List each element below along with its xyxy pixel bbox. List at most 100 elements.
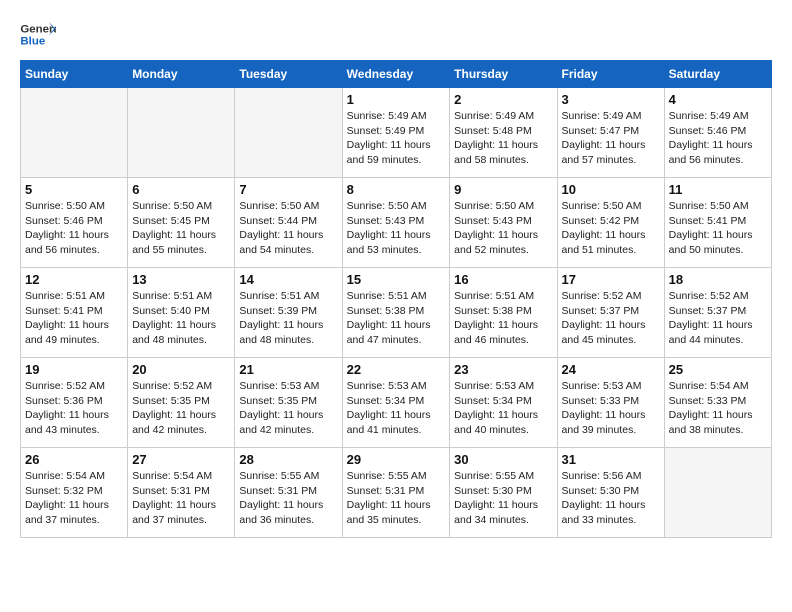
calendar-header-monday: Monday bbox=[128, 61, 235, 88]
day-number: 17 bbox=[562, 272, 660, 287]
day-info: Sunrise: 5:50 AM Sunset: 5:46 PM Dayligh… bbox=[25, 199, 123, 258]
calendar-cell: 27 Sunrise: 5:54 AM Sunset: 5:31 PM Dayli… bbox=[128, 448, 235, 538]
day-info: Sunrise: 5:51 AM Sunset: 5:41 PM Dayligh… bbox=[25, 289, 123, 348]
calendar-cell: 15Sunrise: 5:51 AM Sunset: 5:38 PM Dayli… bbox=[342, 268, 450, 358]
day-number: 26 bbox=[25, 452, 123, 467]
calendar-cell: 31 Sunrise: 5:56 AM Sunset: 5:30 PM Dayli… bbox=[557, 448, 664, 538]
calendar-cell: 22Sunrise: 5:53 AM Sunset: 5:34 PM Dayli… bbox=[342, 358, 450, 448]
calendar-cell: 25 Sunrise: 5:54 AM Sunset: 5:33 PM Dayli… bbox=[664, 358, 771, 448]
day-number: 7 bbox=[239, 182, 337, 197]
day-info: Sunrise: 5:50 AM Sunset: 5:44 PM Dayligh… bbox=[239, 199, 337, 258]
calendar-cell bbox=[128, 88, 235, 178]
day-number: 1 bbox=[347, 92, 446, 107]
calendar-cell: 4 Sunrise: 5:49 AM Sunset: 5:46 PM Daylig… bbox=[664, 88, 771, 178]
calendar-cell: 5 Sunrise: 5:50 AM Sunset: 5:46 PM Daylig… bbox=[21, 178, 128, 268]
day-info: Sunrise: 5:49 AM Sunset: 5:47 PM Dayligh… bbox=[562, 109, 660, 168]
day-number: 5 bbox=[25, 182, 123, 197]
day-number: 19 bbox=[25, 362, 123, 377]
day-info: Sunrise: 5:51 AM Sunset: 5:39 PM Dayligh… bbox=[239, 289, 337, 348]
calendar-cell: 21 Sunrise: 5:53 AM Sunset: 5:35 PM Dayli… bbox=[235, 358, 342, 448]
day-number: 28 bbox=[239, 452, 337, 467]
day-number: 18 bbox=[669, 272, 767, 287]
calendar-header-wednesday: Wednesday bbox=[342, 61, 450, 88]
day-number: 8 bbox=[347, 182, 446, 197]
day-info: Sunrise: 5:52 AM Sunset: 5:36 PM Dayligh… bbox=[25, 379, 123, 438]
day-number: 15 bbox=[347, 272, 446, 287]
day-number: 3 bbox=[562, 92, 660, 107]
calendar-cell: 2 Sunrise: 5:49 AM Sunset: 5:48 PM Daylig… bbox=[450, 88, 557, 178]
day-info: Sunrise: 5:53 AM Sunset: 5:35 PM Dayligh… bbox=[239, 379, 337, 438]
day-number: 11 bbox=[669, 182, 767, 197]
calendar-cell: 9Sunrise: 5:50 AM Sunset: 5:43 PM Daylig… bbox=[450, 178, 557, 268]
calendar-header-thursday: Thursday bbox=[450, 61, 557, 88]
day-info: Sunrise: 5:51 AM Sunset: 5:40 PM Dayligh… bbox=[132, 289, 230, 348]
day-number: 20 bbox=[132, 362, 230, 377]
calendar-header-saturday: Saturday bbox=[664, 61, 771, 88]
day-number: 23 bbox=[454, 362, 552, 377]
day-info: Sunrise: 5:51 AM Sunset: 5:38 PM Dayligh… bbox=[454, 289, 552, 348]
calendar-header-tuesday: Tuesday bbox=[235, 61, 342, 88]
calendar-cell bbox=[664, 448, 771, 538]
calendar-week-5: 26 Sunrise: 5:54 AM Sunset: 5:32 PM Dayli… bbox=[21, 448, 772, 538]
day-number: 29 bbox=[347, 452, 446, 467]
calendar-cell: 19 Sunrise: 5:52 AM Sunset: 5:36 PM Dayli… bbox=[21, 358, 128, 448]
calendar-cell: 11 Sunrise: 5:50 AM Sunset: 5:41 PM Dayli… bbox=[664, 178, 771, 268]
calendar-cell: 7 Sunrise: 5:50 AM Sunset: 5:44 PM Daylig… bbox=[235, 178, 342, 268]
logo-icon: General Blue bbox=[20, 20, 56, 50]
day-info: Sunrise: 5:50 AM Sunset: 5:43 PM Dayligh… bbox=[347, 199, 446, 258]
calendar-week-3: 12 Sunrise: 5:51 AM Sunset: 5:41 PM Dayli… bbox=[21, 268, 772, 358]
calendar-cell: 30 Sunrise: 5:55 AM Sunset: 5:30 PM Dayli… bbox=[450, 448, 557, 538]
day-info: Sunrise: 5:50 AM Sunset: 5:43 PM Dayligh… bbox=[454, 199, 552, 258]
calendar-cell: 20 Sunrise: 5:52 AM Sunset: 5:35 PM Dayli… bbox=[128, 358, 235, 448]
day-number: 21 bbox=[239, 362, 337, 377]
day-info: Sunrise: 5:49 AM Sunset: 5:48 PM Dayligh… bbox=[454, 109, 552, 168]
day-number: 13 bbox=[132, 272, 230, 287]
day-number: 25 bbox=[669, 362, 767, 377]
day-info: Sunrise: 5:55 AM Sunset: 5:31 PM Dayligh… bbox=[347, 469, 446, 528]
day-info: Sunrise: 5:55 AM Sunset: 5:30 PM Dayligh… bbox=[454, 469, 552, 528]
calendar-cell: 14Sunrise: 5:51 AM Sunset: 5:39 PM Dayli… bbox=[235, 268, 342, 358]
day-info: Sunrise: 5:54 AM Sunset: 5:32 PM Dayligh… bbox=[25, 469, 123, 528]
day-number: 4 bbox=[669, 92, 767, 107]
day-info: Sunrise: 5:49 AM Sunset: 5:49 PM Dayligh… bbox=[347, 109, 446, 168]
calendar-cell bbox=[235, 88, 342, 178]
day-number: 27 bbox=[132, 452, 230, 467]
calendar-cell: 13 Sunrise: 5:51 AM Sunset: 5:40 PM Dayli… bbox=[128, 268, 235, 358]
calendar-cell: 1 Sunrise: 5:49 AM Sunset: 5:49 PM Daylig… bbox=[342, 88, 450, 178]
day-info: Sunrise: 5:52 AM Sunset: 5:35 PM Dayligh… bbox=[132, 379, 230, 438]
day-info: Sunrise: 5:50 AM Sunset: 5:41 PM Dayligh… bbox=[669, 199, 767, 258]
day-number: 30 bbox=[454, 452, 552, 467]
calendar-cell: 3 Sunrise: 5:49 AM Sunset: 5:47 PM Daylig… bbox=[557, 88, 664, 178]
calendar-cell: 24Sunrise: 5:53 AM Sunset: 5:33 PM Dayli… bbox=[557, 358, 664, 448]
calendar-cell: 23 Sunrise: 5:53 AM Sunset: 5:34 PM Dayli… bbox=[450, 358, 557, 448]
day-info: Sunrise: 5:56 AM Sunset: 5:30 PM Dayligh… bbox=[562, 469, 660, 528]
day-info: Sunrise: 5:54 AM Sunset: 5:31 PM Dayligh… bbox=[132, 469, 230, 528]
calendar-header-row: SundayMondayTuesdayWednesdayThursdayFrid… bbox=[21, 61, 772, 88]
day-number: 16 bbox=[454, 272, 552, 287]
calendar-cell: 18 Sunrise: 5:52 AM Sunset: 5:37 PM Dayli… bbox=[664, 268, 771, 358]
day-info: Sunrise: 5:52 AM Sunset: 5:37 PM Dayligh… bbox=[669, 289, 767, 348]
day-number: 12 bbox=[25, 272, 123, 287]
calendar-cell: 12 Sunrise: 5:51 AM Sunset: 5:41 PM Dayli… bbox=[21, 268, 128, 358]
day-info: Sunrise: 5:53 AM Sunset: 5:34 PM Dayligh… bbox=[454, 379, 552, 438]
day-number: 31 bbox=[562, 452, 660, 467]
calendar-table: SundayMondayTuesdayWednesdayThursdayFrid… bbox=[20, 60, 772, 538]
svg-text:Blue: Blue bbox=[20, 36, 45, 48]
calendar-cell: 29 Sunrise: 5:55 AM Sunset: 5:31 PM Dayli… bbox=[342, 448, 450, 538]
day-number: 2 bbox=[454, 92, 552, 107]
calendar-cell: 16 Sunrise: 5:51 AM Sunset: 5:38 PM Dayli… bbox=[450, 268, 557, 358]
day-info: Sunrise: 5:54 AM Sunset: 5:33 PM Dayligh… bbox=[669, 379, 767, 438]
logo: General Blue bbox=[20, 20, 62, 50]
day-info: Sunrise: 5:49 AM Sunset: 5:46 PM Dayligh… bbox=[669, 109, 767, 168]
calendar-cell: 8 Sunrise: 5:50 AM Sunset: 5:43 PM Daylig… bbox=[342, 178, 450, 268]
day-info: Sunrise: 5:55 AM Sunset: 5:31 PM Dayligh… bbox=[239, 469, 337, 528]
calendar-week-4: 19 Sunrise: 5:52 AM Sunset: 5:36 PM Dayli… bbox=[21, 358, 772, 448]
calendar-cell bbox=[21, 88, 128, 178]
day-info: Sunrise: 5:50 AM Sunset: 5:42 PM Dayligh… bbox=[562, 199, 660, 258]
calendar-header-sunday: Sunday bbox=[21, 61, 128, 88]
calendar-header-friday: Friday bbox=[557, 61, 664, 88]
day-info: Sunrise: 5:53 AM Sunset: 5:34 PM Dayligh… bbox=[347, 379, 446, 438]
page-header: General Blue bbox=[20, 20, 772, 50]
calendar-week-1: 1 Sunrise: 5:49 AM Sunset: 5:49 PM Daylig… bbox=[21, 88, 772, 178]
day-number: 24 bbox=[562, 362, 660, 377]
